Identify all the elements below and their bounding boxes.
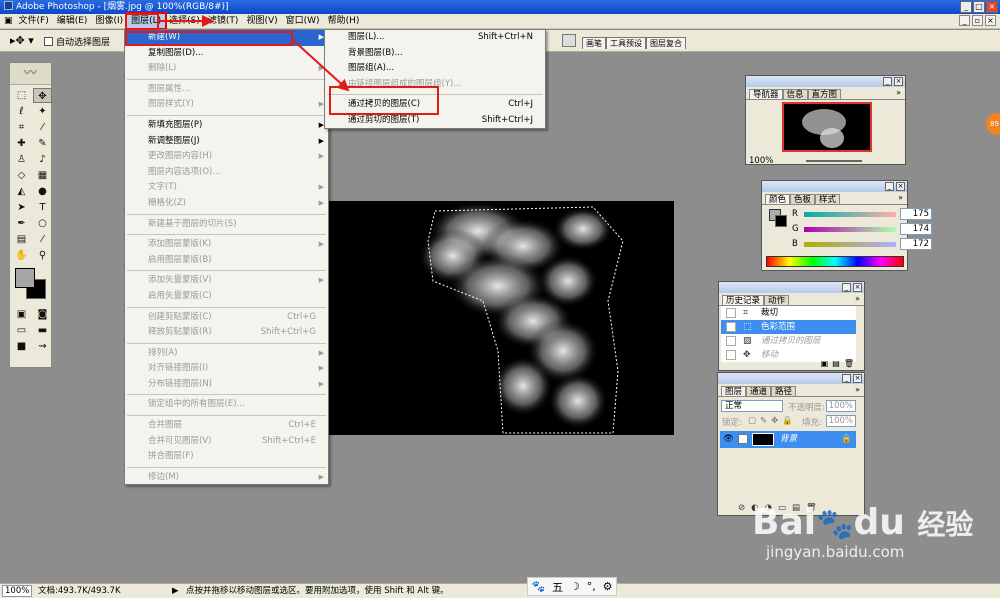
tab-navigator[interactable]: 导航器: [749, 89, 783, 100]
history-source-box[interactable]: [726, 350, 736, 360]
navigator-zoom-slider[interactable]: [806, 160, 862, 162]
history-minimize-button[interactable]: _: [842, 283, 851, 292]
tab-history[interactable]: 历史记录: [722, 295, 765, 306]
color-channel-g: G 174: [762, 222, 932, 237]
color-range-icon: ⬚: [743, 322, 752, 332]
status-menu-arrow-icon[interactable]: ▶: [172, 584, 179, 598]
history-source-box[interactable]: [726, 308, 736, 318]
ime-mode[interactable]: 五: [552, 579, 563, 595]
blend-mode-select[interactable]: 正常: [721, 400, 783, 412]
layers-minimize-button[interactable]: _: [842, 374, 851, 383]
tab-paths[interactable]: 路径: [771, 386, 797, 397]
history-source-box[interactable]: [726, 336, 736, 346]
tab-channels[interactable]: 通道: [746, 386, 772, 397]
blue-slider[interactable]: [804, 242, 896, 247]
tab-styles[interactable]: 样式: [815, 194, 841, 205]
red-slider[interactable]: [804, 212, 896, 217]
color-close-button[interactable]: ×: [896, 182, 905, 191]
history-close-button[interactable]: ×: [853, 283, 862, 292]
layer-lock-icon: 🔒: [841, 434, 852, 444]
tab-swatches[interactable]: 色板: [790, 194, 816, 205]
baidu-watermark: Bai🐾du 经验 jingyan.baidu.com: [752, 502, 974, 562]
navigator-zoom[interactable]: 100%: [749, 156, 773, 166]
history-panel: _ × 历史记录 动作 » ⌗ 裁切 ⬚ 色彩范围 ▧ 通过拷贝的图层 ✥ 移动 ▣▤🗑: [718, 281, 865, 371]
red-value-input[interactable]: 175: [900, 208, 932, 220]
ime-moon-icon[interactable]: ☽: [570, 580, 580, 593]
layer-name: 背景: [780, 434, 798, 444]
layer-row-background[interactable]: 👁 背景 🔒: [720, 431, 856, 448]
history-footer-buttons[interactable]: ▣▤🗑: [821, 359, 858, 368]
status-doc-size: 文档:493.7K/493.7K: [38, 586, 121, 596]
history-step[interactable]: ⬚ 色彩范围: [721, 320, 856, 334]
history-menu-icon[interactable]: »: [855, 294, 860, 303]
tab-info[interactable]: 信息: [782, 89, 808, 100]
navigator-minimize-button[interactable]: _: [883, 77, 892, 86]
ime-punct[interactable]: °,: [587, 580, 596, 593]
lock-label: 锁定:: [722, 418, 742, 428]
color-panel: _ × 颜色 色板 样式 » R 175 G 174 B 172: [761, 180, 932, 271]
lock-icons[interactable]: ▢✎✥🔒: [748, 416, 797, 426]
move-icon: ✥: [743, 350, 751, 360]
layers-menu-icon[interactable]: »: [855, 385, 860, 394]
tab-actions[interactable]: 动作: [764, 295, 790, 306]
status-zoom-input[interactable]: 100%: [2, 585, 32, 597]
layer-copy-icon: ▧: [743, 336, 752, 346]
status-hint: 点按并拖移以移动图层或选区。要用附加选项，使用 Shift 和 Alt 键。: [186, 586, 449, 596]
navigator-menu-icon[interactable]: »: [896, 88, 901, 97]
history-step[interactable]: ▧ 通过拷贝的图层: [721, 334, 856, 348]
navigator-close-button[interactable]: ×: [894, 77, 903, 86]
fill-label: 填充:: [802, 418, 822, 428]
tab-layers[interactable]: 图层: [721, 386, 747, 397]
green-value-input[interactable]: 174: [900, 223, 932, 235]
green-slider[interactable]: [804, 227, 896, 232]
history-list: ⌗ 裁切 ⬚ 色彩范围 ▧ 通过拷贝的图层 ✥ 移动: [721, 306, 856, 362]
color-channel-b: B 172: [762, 237, 932, 252]
tab-color[interactable]: 颜色: [765, 194, 791, 205]
opacity-input[interactable]: 100%: [826, 400, 856, 412]
layers-panel: _ × 图层 通道 路径 » 正常 不透明度: 100% 锁定: ▢✎✥🔒 填充:…: [717, 372, 865, 516]
layers-close-button[interactable]: ×: [853, 374, 862, 383]
color-minimize-button[interactable]: _: [885, 182, 894, 191]
navigator-panel: _ × 导航器 信息 直方图 » 100%: [745, 75, 906, 166]
ime-paw-icon[interactable]: 🐾: [531, 580, 545, 593]
layer-visibility-eye-icon[interactable]: 👁: [723, 431, 734, 448]
ime-settings-icon[interactable]: ⚙: [603, 580, 613, 593]
navigator-thumbnail[interactable]: [782, 102, 872, 152]
tab-histogram[interactable]: 直方图: [807, 89, 842, 100]
fill-input[interactable]: 100%: [826, 415, 856, 427]
paw-logo-icon: 🐾: [816, 507, 854, 542]
opacity-label: 不透明度:: [788, 403, 825, 413]
ime-toolbar: 🐾 五 ☽ °, ⚙: [527, 577, 617, 596]
crop-icon: ⌗: [743, 308, 749, 318]
history-source-box[interactable]: [726, 322, 736, 332]
color-spectrum-bar[interactable]: [766, 256, 904, 267]
color-menu-icon[interactable]: »: [898, 193, 903, 202]
blue-value-input[interactable]: 172: [900, 238, 932, 250]
history-step[interactable]: ⌗ 裁切: [721, 306, 856, 320]
status-bar: 100% 文档:493.7K/493.7K ▶ 点按并拖移以移动图层或选区。要用…: [0, 583, 1000, 598]
layer-link-box[interactable]: [738, 434, 748, 444]
layer-thumbnail: [752, 433, 774, 446]
color-channel-r: R 175: [762, 207, 932, 222]
